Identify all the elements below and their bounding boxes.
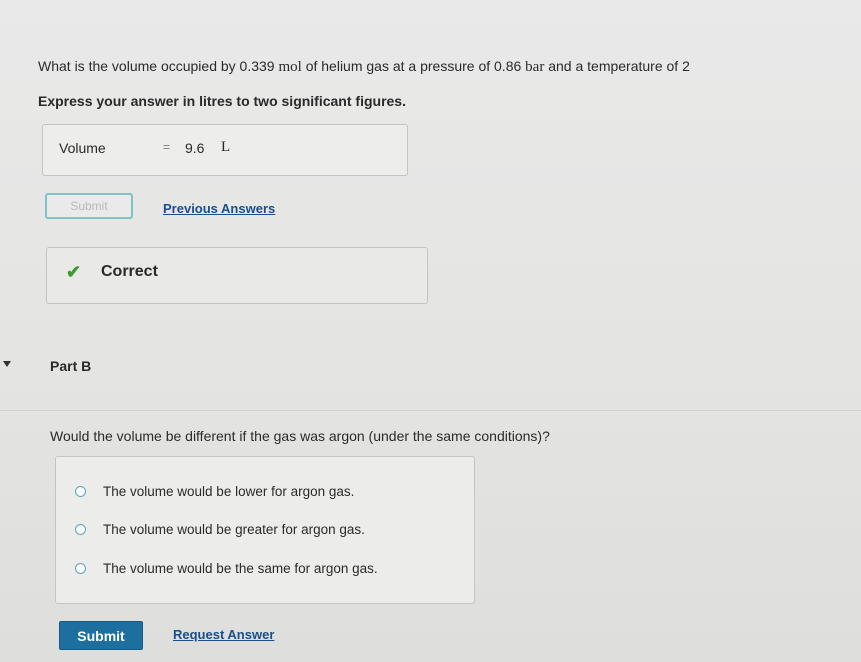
volume-value: 9.6 bbox=[185, 140, 205, 156]
question-middle: of helium gas at a pressure of 0.86 bbox=[301, 58, 526, 74]
volume-label: Volume bbox=[59, 140, 106, 156]
submit-button-disabled[interactable]: Submit bbox=[45, 193, 133, 219]
check-icon: ✔ bbox=[66, 262, 82, 282]
part-b-question: Would the volume be different if the gas… bbox=[50, 428, 550, 444]
option-label: The volume would be greater for argon ga… bbox=[103, 522, 365, 537]
radio-button[interactable] bbox=[75, 486, 86, 497]
question-suffix: and a temperature of 2 bbox=[544, 58, 690, 74]
question-prefix: What is the volume occupied by 0.339 bbox=[38, 58, 279, 74]
option-same[interactable]: The volume would be the same for argon g… bbox=[75, 561, 378, 576]
volume-unit: L bbox=[221, 139, 231, 155]
option-label: The volume would be the same for argon g… bbox=[103, 561, 378, 576]
request-answer-link[interactable]: Request Answer bbox=[173, 627, 274, 642]
part-a-question: What is the volume occupied by 0.339 mol… bbox=[38, 58, 861, 76]
part-b-title[interactable]: Part B bbox=[50, 358, 91, 374]
previous-answers-link[interactable]: Previous Answers bbox=[163, 201, 275, 216]
unit-mol: mol bbox=[278, 59, 302, 75]
divider bbox=[0, 410, 861, 411]
equals-sign: = bbox=[163, 140, 171, 154]
collapse-arrow-icon[interactable] bbox=[3, 361, 11, 367]
option-greater[interactable]: The volume would be greater for argon ga… bbox=[75, 522, 365, 537]
answer-display: Volume = 9.6 L bbox=[42, 124, 408, 176]
option-label: The volume would be lower for argon gas. bbox=[103, 484, 355, 499]
radio-button[interactable] bbox=[75, 524, 86, 535]
option-lower[interactable]: The volume would be lower for argon gas. bbox=[75, 484, 354, 499]
radio-button[interactable] bbox=[75, 563, 86, 574]
answer-instruction: Express your answer in litres to two sig… bbox=[38, 93, 406, 109]
submit-button[interactable]: Submit bbox=[59, 621, 143, 650]
unit-bar: bar bbox=[525, 59, 545, 75]
feedback-text: Correct bbox=[101, 263, 158, 280]
